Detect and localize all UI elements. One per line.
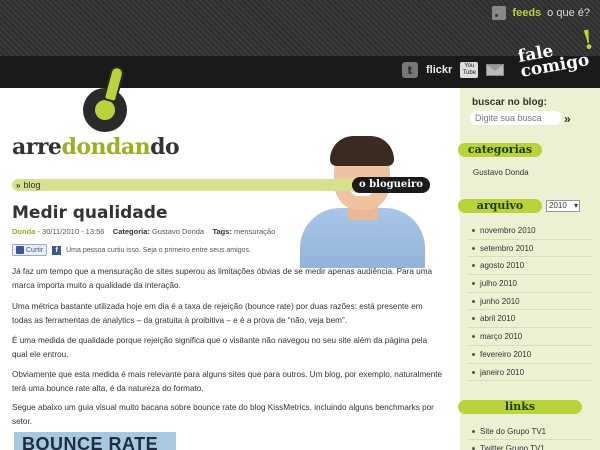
bounce-rate-image[interactable]: BOUNCE RATE (14, 432, 176, 450)
search-title: buscar no blog: (472, 97, 547, 108)
mail-icon[interactable] (486, 64, 505, 76)
archive-item[interactable]: setembro 2010 (468, 240, 592, 258)
archive-item[interactable]: junho 2010 (468, 293, 592, 311)
post-paragraph: Uma métrica bastante utilizada hoje em d… (12, 302, 423, 325)
like-button[interactable]: Curtir (12, 244, 48, 256)
facebook-like-row: Curtir f Uma pessoa curtiu isso. Seja o … (12, 244, 251, 256)
post-title[interactable]: Medir qualidade (12, 203, 167, 223)
search-input[interactable] (470, 111, 562, 125)
category-item[interactable]: Gustavo Donda (473, 168, 529, 177)
archive-item[interactable]: abril 2010 (468, 310, 592, 329)
search-submit-button[interactable]: » (564, 112, 570, 126)
archive-item[interactable]: janeiro 2010 (468, 364, 592, 382)
post-paragraph: Obviamente que esta medida é mais releva… (12, 370, 443, 393)
archive-item[interactable]: julho 2010 (468, 275, 592, 293)
breadcrumb-blog-link[interactable]: blog (23, 180, 40, 190)
breadcrumb-separator: » (16, 181, 21, 190)
like-button-label: Curtir (26, 246, 44, 254)
feeds-label[interactable]: feeds (512, 7, 541, 19)
site-logo[interactable]: arredondando (12, 134, 180, 160)
link-item[interactable]: Twitter Grupo TV1 (468, 440, 592, 450)
logo-mark[interactable] (83, 64, 133, 136)
categories-title: categorias (467, 143, 533, 156)
facebook-icon: f (52, 245, 62, 255)
post-paragraph: Já faz um tempo que a mensuração de site… (12, 267, 433, 290)
links-list: Site do Grupo TV1 Twitter Grupo TV1 (468, 423, 592, 450)
archive-list: novembro 2010 setembro 2010 agosto 2010 … (468, 222, 592, 382)
rss-icon[interactable] (492, 6, 507, 20)
link-item[interactable]: Site do Grupo TV1 (468, 423, 592, 440)
archive-title: arquivo (476, 199, 524, 212)
tags-label: Tags: (212, 227, 232, 236)
author-photo (300, 136, 425, 268)
post-meta: Donda - 30/11/2010 - 13:56 Categoria: Gu… (12, 227, 275, 236)
top-bar: feeds o que é? (0, 0, 600, 56)
category-label: Categoria: (112, 227, 150, 236)
twitter-icon[interactable]: t (402, 62, 418, 78)
bounce-rate-image-caption: BOUNCE RATE (22, 434, 159, 450)
logo-text-2: dondan (61, 134, 151, 160)
site-header: arredondando (0, 64, 455, 268)
logo-text-1: arre (12, 134, 62, 160)
flickr-link[interactable]: flickr (426, 64, 452, 76)
post-author[interactable]: Donda (12, 227, 35, 236)
post-date: - 30/11/2010 - 13:56 (37, 227, 105, 236)
feeds-info-link[interactable]: o que é? (547, 7, 590, 19)
feeds-link[interactable]: feeds o que é? (492, 6, 590, 20)
social-links: t flickr You Tube (402, 62, 505, 78)
thumbs-up-icon (16, 246, 24, 254)
post-tag[interactable]: mensuração (234, 227, 275, 236)
archive-item[interactable]: novembro 2010 (468, 222, 592, 240)
contact-exclamation: ! (579, 24, 596, 57)
archive-item[interactable]: março 2010 (468, 328, 592, 346)
youtube-icon[interactable]: You Tube (460, 62, 479, 78)
logo-text-3: do (150, 134, 180, 160)
post-category[interactable]: Gustavo Donda (152, 227, 204, 236)
post-paragraph: Segue abaixo um guia visual muito bacana… (12, 403, 434, 426)
breadcrumb: » blog (16, 179, 40, 192)
blogueiro-badge[interactable]: o blogueiro (352, 177, 430, 193)
archive-item[interactable]: fevereiro 2010 (468, 346, 592, 364)
like-text: Uma pessoa curtiu isso. Seja o primeiro … (66, 246, 251, 254)
links-title: links (504, 400, 536, 413)
archive-year-select[interactable]: 2010 (546, 200, 580, 212)
archive-item[interactable]: agosto 2010 (468, 257, 592, 276)
post-paragraph: É uma medida de qualidade porque rejeiçã… (12, 336, 428, 359)
